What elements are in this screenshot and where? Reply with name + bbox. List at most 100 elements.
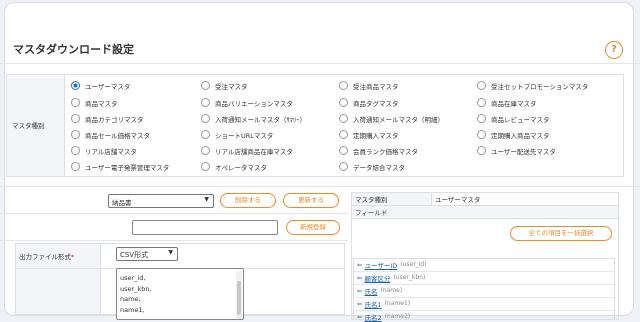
radio-button[interactable]: [201, 130, 210, 139]
master-type-option[interactable]: 入荷通知メールマスタ（明細）: [339, 113, 444, 124]
master-type-option[interactable]: ユーザー配送先マスタ: [477, 145, 556, 156]
master-type-option-label: 会員ランク価格マスタ: [353, 147, 418, 156]
radio-button[interactable]: [339, 98, 348, 107]
update-button[interactable]: 更新する: [283, 193, 339, 208]
field-list-item[interactable]: ⇐ 氏名2 (name2): [357, 311, 410, 322]
master-type-option[interactable]: データ結合マスタ: [339, 161, 405, 172]
radio-button[interactable]: [477, 146, 486, 155]
master-type-option-label: データ結合マスタ: [353, 163, 405, 172]
radio-button[interactable]: [339, 114, 348, 123]
radio-button[interactable]: [71, 98, 80, 107]
master-type-option[interactable]: 受注商品マスタ: [339, 80, 399, 91]
master-type-option[interactable]: リアル店舗商品在庫マスタ: [201, 145, 293, 156]
field-list-item[interactable]: ⇐ ユーザーID (user_id): [357, 259, 427, 270]
master-type-option[interactable]: ショートURLマスタ: [201, 129, 273, 140]
field-code: (name1): [384, 300, 411, 307]
page-title: マスタダウンロード設定: [13, 43, 134, 56]
master-type-option[interactable]: 商品バリエーションマスタ: [201, 97, 293, 108]
field-code: (user_kbn): [393, 274, 426, 281]
master-type-option-label: 定期購入商品マスタ: [491, 131, 550, 140]
master-type-option[interactable]: 商品セール価格マスタ: [71, 129, 150, 140]
textarea-scroll-thumb[interactable]: [237, 281, 241, 315]
field-line-text: user_id,: [120, 274, 146, 282]
radio-button[interactable]: [201, 114, 210, 123]
master-type-option-label: ショートURLマスタ: [215, 131, 274, 140]
master-type-option[interactable]: ユーザーマスタ: [71, 80, 130, 91]
master-type-section: マスタ種別 ユーザーマスタ 受注マスタ 受注商品マスタ 受注セットプロモーションマスタ…: [6, 74, 624, 177]
radio-button[interactable]: [477, 114, 486, 123]
master-type-option[interactable]: 受注セットプロモーションマスタ: [477, 80, 588, 91]
master-type-option-label: リアル店舗商品在庫マスタ: [215, 147, 293, 156]
required-mark: *: [71, 253, 75, 261]
master-type-option-label: 商品バリエーションマスタ: [215, 99, 293, 108]
template-select[interactable]: 納品書 ▼: [108, 194, 214, 208]
field-list-item[interactable]: ⇐ 顧客区分 (user_kbn): [357, 272, 425, 283]
template-select-value: 納品書: [112, 199, 132, 207]
output-fields-textarea[interactable]: user_id, user_kbn, name, name1,: [116, 268, 244, 320]
field-name-link[interactable]: 氏名: [364, 286, 377, 296]
new-template-name-input[interactable]: [132, 220, 278, 235]
arrow-left-icon: ⇐: [357, 312, 363, 321]
radio-button[interactable]: [201, 162, 210, 171]
master-type-option[interactable]: 商品カテゴリマスタ: [71, 113, 144, 124]
field-name-link[interactable]: 氏名1: [364, 299, 381, 309]
master-type-option-label: 入荷通知メールマスタ（明細）: [353, 115, 444, 124]
radio-button[interactable]: [201, 98, 210, 107]
master-type-option[interactable]: リアル店舗マスタ: [71, 145, 137, 156]
field-name-link[interactable]: 氏名2: [364, 312, 381, 322]
master-type-option-label: ユーザー電子発票管理マスタ: [85, 163, 170, 172]
radio-button[interactable]: [71, 146, 80, 155]
chevron-down-icon: ▼: [168, 249, 173, 256]
master-type-option[interactable]: 受注マスタ: [201, 80, 248, 91]
panel-type-value: ユーザーマスタ: [435, 196, 481, 204]
field-name-link[interactable]: 顧客区分: [364, 273, 390, 283]
radio-button[interactable]: [477, 81, 486, 90]
radio-button[interactable]: [71, 114, 80, 123]
form-divider: [0, 240, 348, 241]
field-code: (name): [380, 287, 403, 294]
master-type-option[interactable]: 定期購入商品マスタ: [477, 129, 550, 140]
radio-button[interactable]: [71, 162, 80, 171]
template-divider: [0, 213, 348, 214]
radio-button[interactable]: [339, 162, 348, 171]
radio-button[interactable]: [71, 130, 80, 139]
field-list-item[interactable]: ⇐ 氏名1 (name1): [357, 298, 410, 309]
master-type-option[interactable]: 商品マスタ: [71, 97, 118, 108]
panel-row-divider: [352, 218, 618, 219]
title-divider: [0, 63, 640, 64]
register-button[interactable]: 新規登録: [286, 220, 340, 235]
output-format-label-text: 出力ファイル形式: [19, 253, 71, 261]
radio-button[interactable]: [477, 130, 486, 139]
master-type-option[interactable]: オペレータマスタ: [201, 161, 267, 172]
master-type-option[interactable]: 定期購入マスタ: [339, 129, 399, 140]
master-type-option-label: 商品マスタ: [85, 99, 118, 108]
select-all-button[interactable]: 全ての項目を一括選択: [510, 226, 612, 241]
radio-button[interactable]: [71, 81, 80, 90]
section-divider: [0, 186, 640, 187]
output-format-select[interactable]: CSV形式 ▼: [116, 247, 178, 261]
master-type-option-label: オペレータマスタ: [215, 163, 267, 172]
arrow-left-icon: ⇐: [357, 260, 363, 269]
radio-button[interactable]: [339, 130, 348, 139]
field-code: (name2): [384, 313, 411, 320]
delete-button[interactable]: 削除する: [220, 193, 276, 208]
master-type-option-label: 商品タグマスタ: [353, 99, 399, 108]
master-type-option[interactable]: 商品レビューマスタ: [477, 113, 550, 124]
output-format-value: CSV形式: [120, 251, 149, 259]
master-type-option[interactable]: 会員ランク価格マスタ: [339, 145, 418, 156]
radio-button[interactable]: [477, 98, 486, 107]
field-name-link[interactable]: ユーザーID: [364, 260, 397, 270]
master-type-option[interactable]: ユーザー電子発票管理マスタ: [71, 161, 169, 172]
master-type-option[interactable]: 入荷通知メールマスタ（ｻﾏﾘｰ）: [201, 113, 306, 124]
field-line-text: name1,: [120, 305, 145, 314]
radio-button[interactable]: [339, 146, 348, 155]
master-type-option[interactable]: 商品タグマスタ: [339, 97, 399, 108]
radio-button[interactable]: [201, 146, 210, 155]
master-type-option-label: ユーザーマスタ: [85, 82, 131, 91]
field-list-item[interactable]: ⇐ 氏名 (name): [357, 285, 402, 296]
help-icon[interactable]: ?: [605, 41, 623, 59]
master-type-option-label: 入荷通知メールマスタ（ｻﾏﾘｰ）: [215, 115, 306, 124]
radio-button[interactable]: [201, 81, 210, 90]
radio-button[interactable]: [339, 81, 348, 90]
master-type-option[interactable]: 商品在庫マスタ: [477, 97, 537, 108]
